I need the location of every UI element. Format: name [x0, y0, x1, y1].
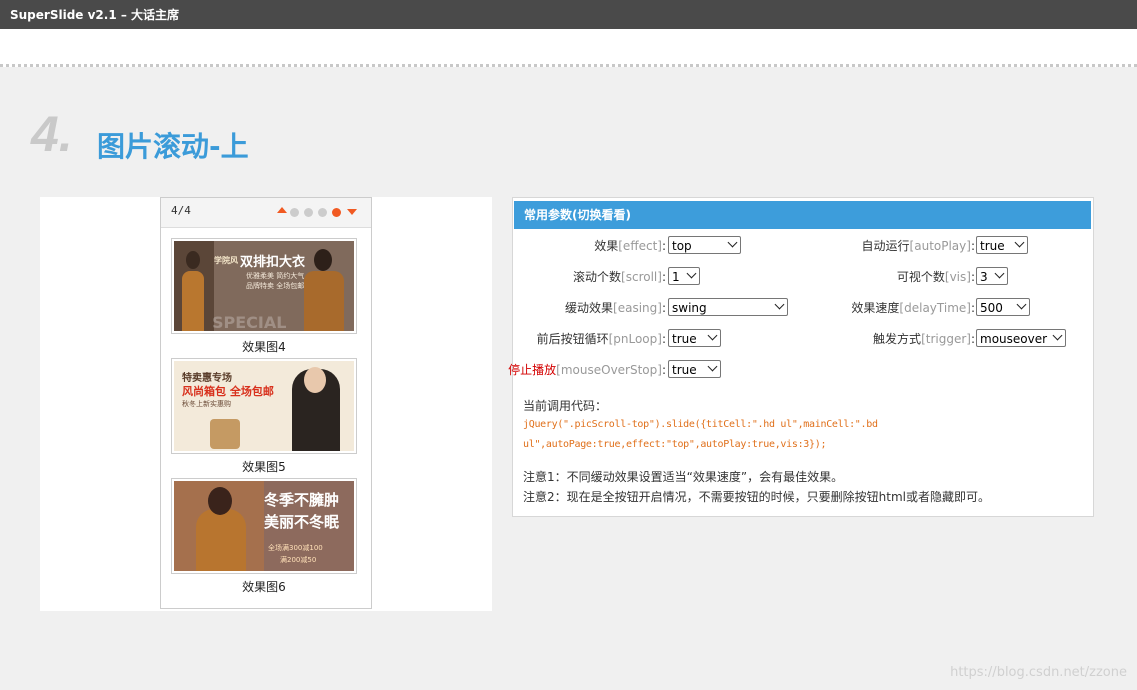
params-header: 常用参数(切换看看) — [514, 201, 1091, 229]
bag-banner: 特卖惠专场 风尚箱包 全场包邮 秋冬上新实惠购 — [174, 361, 354, 451]
effect-label: 效果[effect]: — [594, 239, 666, 253]
banner-sub-1: 优雅柔美 简约大气 — [246, 272, 305, 280]
easing-label: 缓动效果[easing]: — [565, 301, 666, 315]
app-title: SuperSlide v2.1 – 大话主席 — [10, 8, 180, 22]
banner-main-text-2: 美丽不冬眠 — [264, 513, 340, 531]
mouseoverstop-label: 停止播放[mouseOverStop]: — [508, 363, 666, 377]
banner-main-text: 双排扣大衣 — [240, 255, 306, 270]
code-line-2: ul",autoPage:true,effect:"top",autoPlay:… — [523, 439, 827, 450]
trigger-select[interactable]: mouseover — [976, 329, 1066, 347]
banner-image[interactable]: 学院风 双排扣大衣 优雅柔美 简约大气 品牌特卖 全场包邮 SPECIAL — [171, 238, 357, 334]
banner-watermark: SPECIAL — [212, 313, 287, 331]
effect-select[interactable]: top — [668, 236, 741, 254]
page-dot-1[interactable] — [290, 208, 299, 217]
section-title: 图片滚动-上 — [97, 130, 249, 163]
pic-scroll-widget: 4/4 学院风 双排扣大衣 优雅柔美 简约大气 品牌特卖 全场包邮 SPECIA… — [160, 197, 372, 609]
prev-arrow-icon[interactable] — [277, 207, 287, 213]
item-caption: 效果图4 — [242, 340, 286, 354]
delaytime-label: 效果速度[delayTime]: — [851, 301, 975, 315]
note-2: 注意2：现在是全按钮开启情况，不需要按钮的时候，只要删除按钮html或者隐藏即可… — [523, 490, 990, 504]
section-number: 4. — [31, 106, 73, 162]
banner-brand: 特卖惠专场 — [182, 373, 232, 384]
scroll-item[interactable]: 学院风 双排扣大衣 优雅柔美 简约大气 品牌特卖 全场包邮 SPECIAL 效果… — [171, 238, 357, 355]
banner-sub-2: 满200减50 — [280, 556, 317, 564]
item-caption: 效果图6 — [242, 580, 286, 594]
banner-main-text: 冬季不臃肿 — [264, 491, 340, 509]
params-panel: 常用参数(切换看看) 效果[effect]: top 自动运行[autoPlay… — [508, 197, 1094, 517]
page-dot-4-active[interactable] — [332, 208, 341, 217]
easing-select[interactable]: swing — [668, 298, 788, 316]
trigger-label: 触发方式[trigger]: — [873, 332, 975, 346]
page-dot-2[interactable] — [304, 208, 313, 217]
note-1: 注意1：不同缓动效果设置适当“效果速度”，会有最佳效果。 — [523, 470, 844, 484]
banner-image[interactable]: 特卖惠专场 风尚箱包 全场包邮 秋冬上新实惠购 — [171, 358, 357, 454]
page-dot-3[interactable] — [318, 208, 327, 217]
winter-banner: 冬季不臃肿 美丽不冬眠 全场满300减100 满200减50 — [174, 481, 354, 571]
banner-brand: 学院风 — [214, 256, 238, 265]
mouseoverstop-select[interactable]: true — [668, 360, 721, 378]
vis-select[interactable]: 3 — [976, 267, 1008, 285]
pnloop-select[interactable]: true — [668, 329, 721, 347]
top-bar: SuperSlide v2.1 – 大话主席 — [0, 0, 1137, 29]
scroll-header: 4/4 — [161, 198, 371, 228]
scroll-label: 滚动个数[scroll]: — [573, 270, 666, 284]
pnloop-label: 前后按钮循环[pnLoop]: — [536, 332, 666, 346]
scroll-item[interactable]: 特卖惠专场 风尚箱包 全场包邮 秋冬上新实惠购 效果图5 — [171, 358, 357, 475]
banner-sub-2: 品牌特卖 全场包邮 — [246, 282, 305, 290]
next-arrow-icon[interactable] — [347, 209, 357, 215]
autoplay-select[interactable]: true — [976, 236, 1028, 254]
coat-banner: 学院风 双排扣大衣 优雅柔美 简约大气 品牌特卖 全场包邮 SPECIAL — [174, 241, 354, 331]
banner-image[interactable]: 冬季不臃肿 美丽不冬眠 全场满300减100 满200减50 — [171, 478, 357, 574]
page-indicator: 4/4 — [171, 204, 191, 217]
scroll-item[interactable]: 冬季不臃肿 美丽不冬眠 全场满300减100 满200减50 效果图6 — [171, 478, 357, 595]
vis-label: 可视个数[vis]: — [896, 270, 975, 284]
code-label: 当前调用代码： — [523, 399, 608, 413]
scroll-nav — [277, 206, 357, 218]
code-line-1: jQuery(".picScroll-top").slide({titCell:… — [523, 419, 878, 430]
banner-sub-1: 秋冬上新实惠购 — [182, 400, 231, 408]
params-heading: 常用参数(切换看看) — [524, 208, 631, 222]
autoplay-label: 自动运行[autoPlay]: — [861, 239, 975, 253]
item-caption: 效果图5 — [242, 460, 286, 474]
scroll-select[interactable]: 1 — [668, 267, 700, 285]
banner-sub-1: 全场满300减100 — [268, 544, 323, 552]
banner-main-text: 风尚箱包 全场包邮 — [182, 385, 274, 398]
header-band — [0, 29, 1137, 67]
delaytime-select[interactable]: 500 — [976, 298, 1030, 316]
watermark: https://blog.csdn.net/zzone — [950, 665, 1127, 680]
demo-area: 4/4 学院风 双排扣大衣 优雅柔美 简约大气 品牌特卖 全场包邮 SPECIA… — [40, 197, 492, 611]
